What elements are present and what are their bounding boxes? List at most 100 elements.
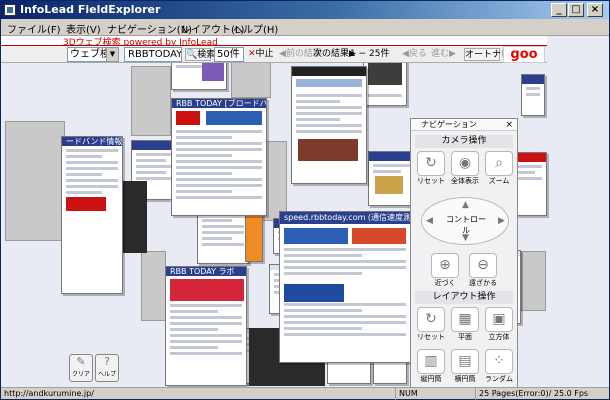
menu-navigation[interactable]: ナビゲーション(N) <box>107 21 192 36</box>
reset-icon: ↻ <box>425 311 437 327</box>
page-thumbnail-bg[interactable] <box>131 66 171 136</box>
away-label: 遠ざかる <box>469 279 497 287</box>
close-icon[interactable]: × <box>505 119 513 131</box>
title-bar[interactable]: InfoLead FieldExplorer _ □ × <box>1 1 609 19</box>
status-num: NUM <box>395 388 435 400</box>
status-info: 25 Pages(Error:0)/ 25.0 Fps <box>475 388 609 400</box>
cube-layout-button[interactable]: ▣ <box>485 307 513 332</box>
page-thumbnail[interactable] <box>291 66 367 184</box>
zoom-icon: ⌕ <box>495 155 503 171</box>
page-title: RBB TODAY ラボ <box>170 267 235 276</box>
forward-button[interactable]: 進む▶ <box>431 48 459 61</box>
search-strip: 3Dウェブ検索 powered by InfoLead <box>1 36 547 48</box>
search-input[interactable] <box>124 47 182 62</box>
status-bar: http://andkurumine.jp/ NUM 25 Pages(Erro… <box>1 387 609 400</box>
view-all-label: 全体表示 <box>451 177 479 185</box>
app-icon <box>4 4 16 16</box>
cylinder-icon: ▥ <box>424 353 438 369</box>
window-title: InfoLead FieldExplorer <box>20 3 161 16</box>
result-count-select[interactable]: 50件 <box>214 47 244 62</box>
page-thumbnail-bg[interactable] <box>141 251 166 321</box>
help-icon: ? <box>104 355 110 368</box>
page-thumbnail-bg[interactable] <box>521 251 546 311</box>
cube-icon: ▣ <box>492 311 506 327</box>
menu-view[interactable]: 表示(V) <box>66 21 101 36</box>
arrow-right-icon[interactable]: ▶ <box>498 216 505 226</box>
random-icon: ⁘ <box>493 353 505 369</box>
next-label: 次の結果 <box>313 49 350 59</box>
view-all-icon: ◉ <box>458 155 472 171</box>
stop-label: 中止 <box>255 49 274 59</box>
result-count-value: 50件 <box>217 49 240 60</box>
control-label: コントロール <box>446 215 486 235</box>
dark-panel <box>119 181 147 253</box>
minimize-button[interactable]: _ <box>551 3 567 17</box>
stop-icon: ✕ <box>248 49 256 59</box>
menu-file[interactable]: ファイル(F) <box>7 21 61 36</box>
search-button[interactable]: 🔍検索 <box>185 48 215 61</box>
camera-reset-button[interactable]: ↻ <box>417 151 445 176</box>
search-button-label: 検索 <box>197 50 216 60</box>
page-title: speed.rbbtoday.com (通信速度測定サイト) <box>284 213 411 222</box>
arrow-up-icon[interactable]: ▲ <box>462 200 469 210</box>
cylinder-layout-button[interactable]: ▥ <box>417 349 445 374</box>
random-layout-button[interactable]: ⁘ <box>485 349 513 374</box>
cube-layout-label: 立方体 <box>488 333 510 341</box>
camera-section-title: カメラ操作 <box>415 135 513 148</box>
page-thumbnail[interactable] <box>368 151 416 206</box>
help-button[interactable]: ? ヘルプ <box>95 354 119 382</box>
search-type-select[interactable]: ウェブ検索 ▼ <box>67 47 119 62</box>
zoom-button[interactable]: ⌕ <box>485 151 513 176</box>
camera-control-pad[interactable]: ▲ ▼ ◀ ▶ コントロール <box>421 197 509 245</box>
page-thumbnail-speed[interactable]: speed.rbbtoday.com (通信速度測定サイト) <box>279 211 411 363</box>
page-title: ードバンド情報サイト] <box>66 137 123 146</box>
cylinder-layout-label: 縦円筒 <box>420 375 442 383</box>
zoom-out-icon: ⊖ <box>477 257 489 273</box>
zoom-label: ズーム <box>488 177 510 185</box>
clear-button[interactable]: ✎ クリア <box>69 354 93 382</box>
stop-button[interactable]: ✕中止 <box>248 48 276 61</box>
random-layout-label: ランダム <box>485 375 513 383</box>
layout-section-title: レイアウト操作 <box>415 291 513 304</box>
camera-reset-label: リセット <box>417 177 445 185</box>
prev-results-button[interactable]: ◀前の結果 <box>279 48 322 61</box>
page-thumbnail-rbbtoday[interactable]: RBB TODAY [ブロードバンド情報サイト] <box>171 98 267 216</box>
forward-label: 進む <box>431 49 450 59</box>
maximize-button[interactable]: □ <box>568 3 584 17</box>
view-all-button[interactable]: ◉ <box>451 151 479 176</box>
horizontal-cylinder-button[interactable]: ▤ <box>451 349 479 374</box>
reset-icon: ↻ <box>425 155 437 171</box>
help-label: ヘルプ <box>97 371 116 378</box>
away-button[interactable]: ⊖ <box>469 253 497 278</box>
layout-reset-button[interactable]: ↻ <box>417 307 445 332</box>
page-thumbnail[interactable] <box>521 74 545 116</box>
clear-label: クリア <box>71 371 90 378</box>
approach-button[interactable]: ⊕ <box>431 253 459 278</box>
3d-viewport[interactable]: ードバンド情報サイト] RBB TODAY [ブロードバンド情報サイト] spe… <box>1 36 609 387</box>
layout-reset-label: リセット <box>417 333 445 341</box>
navigation-panel-title: ナビゲーション <box>421 120 477 129</box>
arrow-left-icon: ◀ <box>402 49 409 59</box>
flat-layout-label: 平面 <box>458 333 472 341</box>
arrow-left-icon[interactable]: ◀ <box>426 216 433 226</box>
back-label: 戻る <box>408 49 427 59</box>
back-button[interactable]: ◀戻る <box>402 48 430 61</box>
menu-help[interactable]: ヘルプ(H) <box>233 21 278 36</box>
flat-layout-button[interactable]: ▦ <box>451 307 479 332</box>
page-thumbnail-lab[interactable]: RBB TODAY ラボ <box>165 266 247 386</box>
zoom-in-icon: ⊕ <box>439 257 451 273</box>
page-thumbnail-bg[interactable] <box>5 121 65 241</box>
auto-navi-button[interactable]: オートナビ <box>464 48 510 61</box>
next-results-button[interactable]: 次の結果▶ <box>313 48 356 61</box>
goo-logo[interactable]: goo <box>503 46 545 63</box>
navigation-panel-header[interactable]: ナビゲーション × <box>411 119 517 131</box>
menu-bar: ファイル(F) 表示(V) ナビゲーション(N) レイアウト(L) ヘルプ(H) <box>1 19 609 36</box>
page-title: RBB TODAY [ブロードバンド情報サイト] <box>176 99 266 108</box>
search-icon: 🔍 <box>186 50 198 60</box>
close-button[interactable]: × <box>587 3 603 17</box>
navigation-panel: ナビゲーション × カメラ操作 ↻ リセット ◉ 全体表示 ⌕ ズーム ▲ ▼ … <box>410 118 518 387</box>
horizontal-cylinder-icon: ▤ <box>458 353 472 369</box>
page-thumbnail[interactable]: ードバンド情報サイト] <box>61 136 123 294</box>
search-toolbar: ウェブ検索 ▼ 🔍検索 50件 ✕中止 ◀前の結果 次の結果▶ 1 − 25件 … <box>1 46 547 63</box>
app-window: InfoLead FieldExplorer _ □ × ファイル(F) 表示(… <box>0 0 610 400</box>
